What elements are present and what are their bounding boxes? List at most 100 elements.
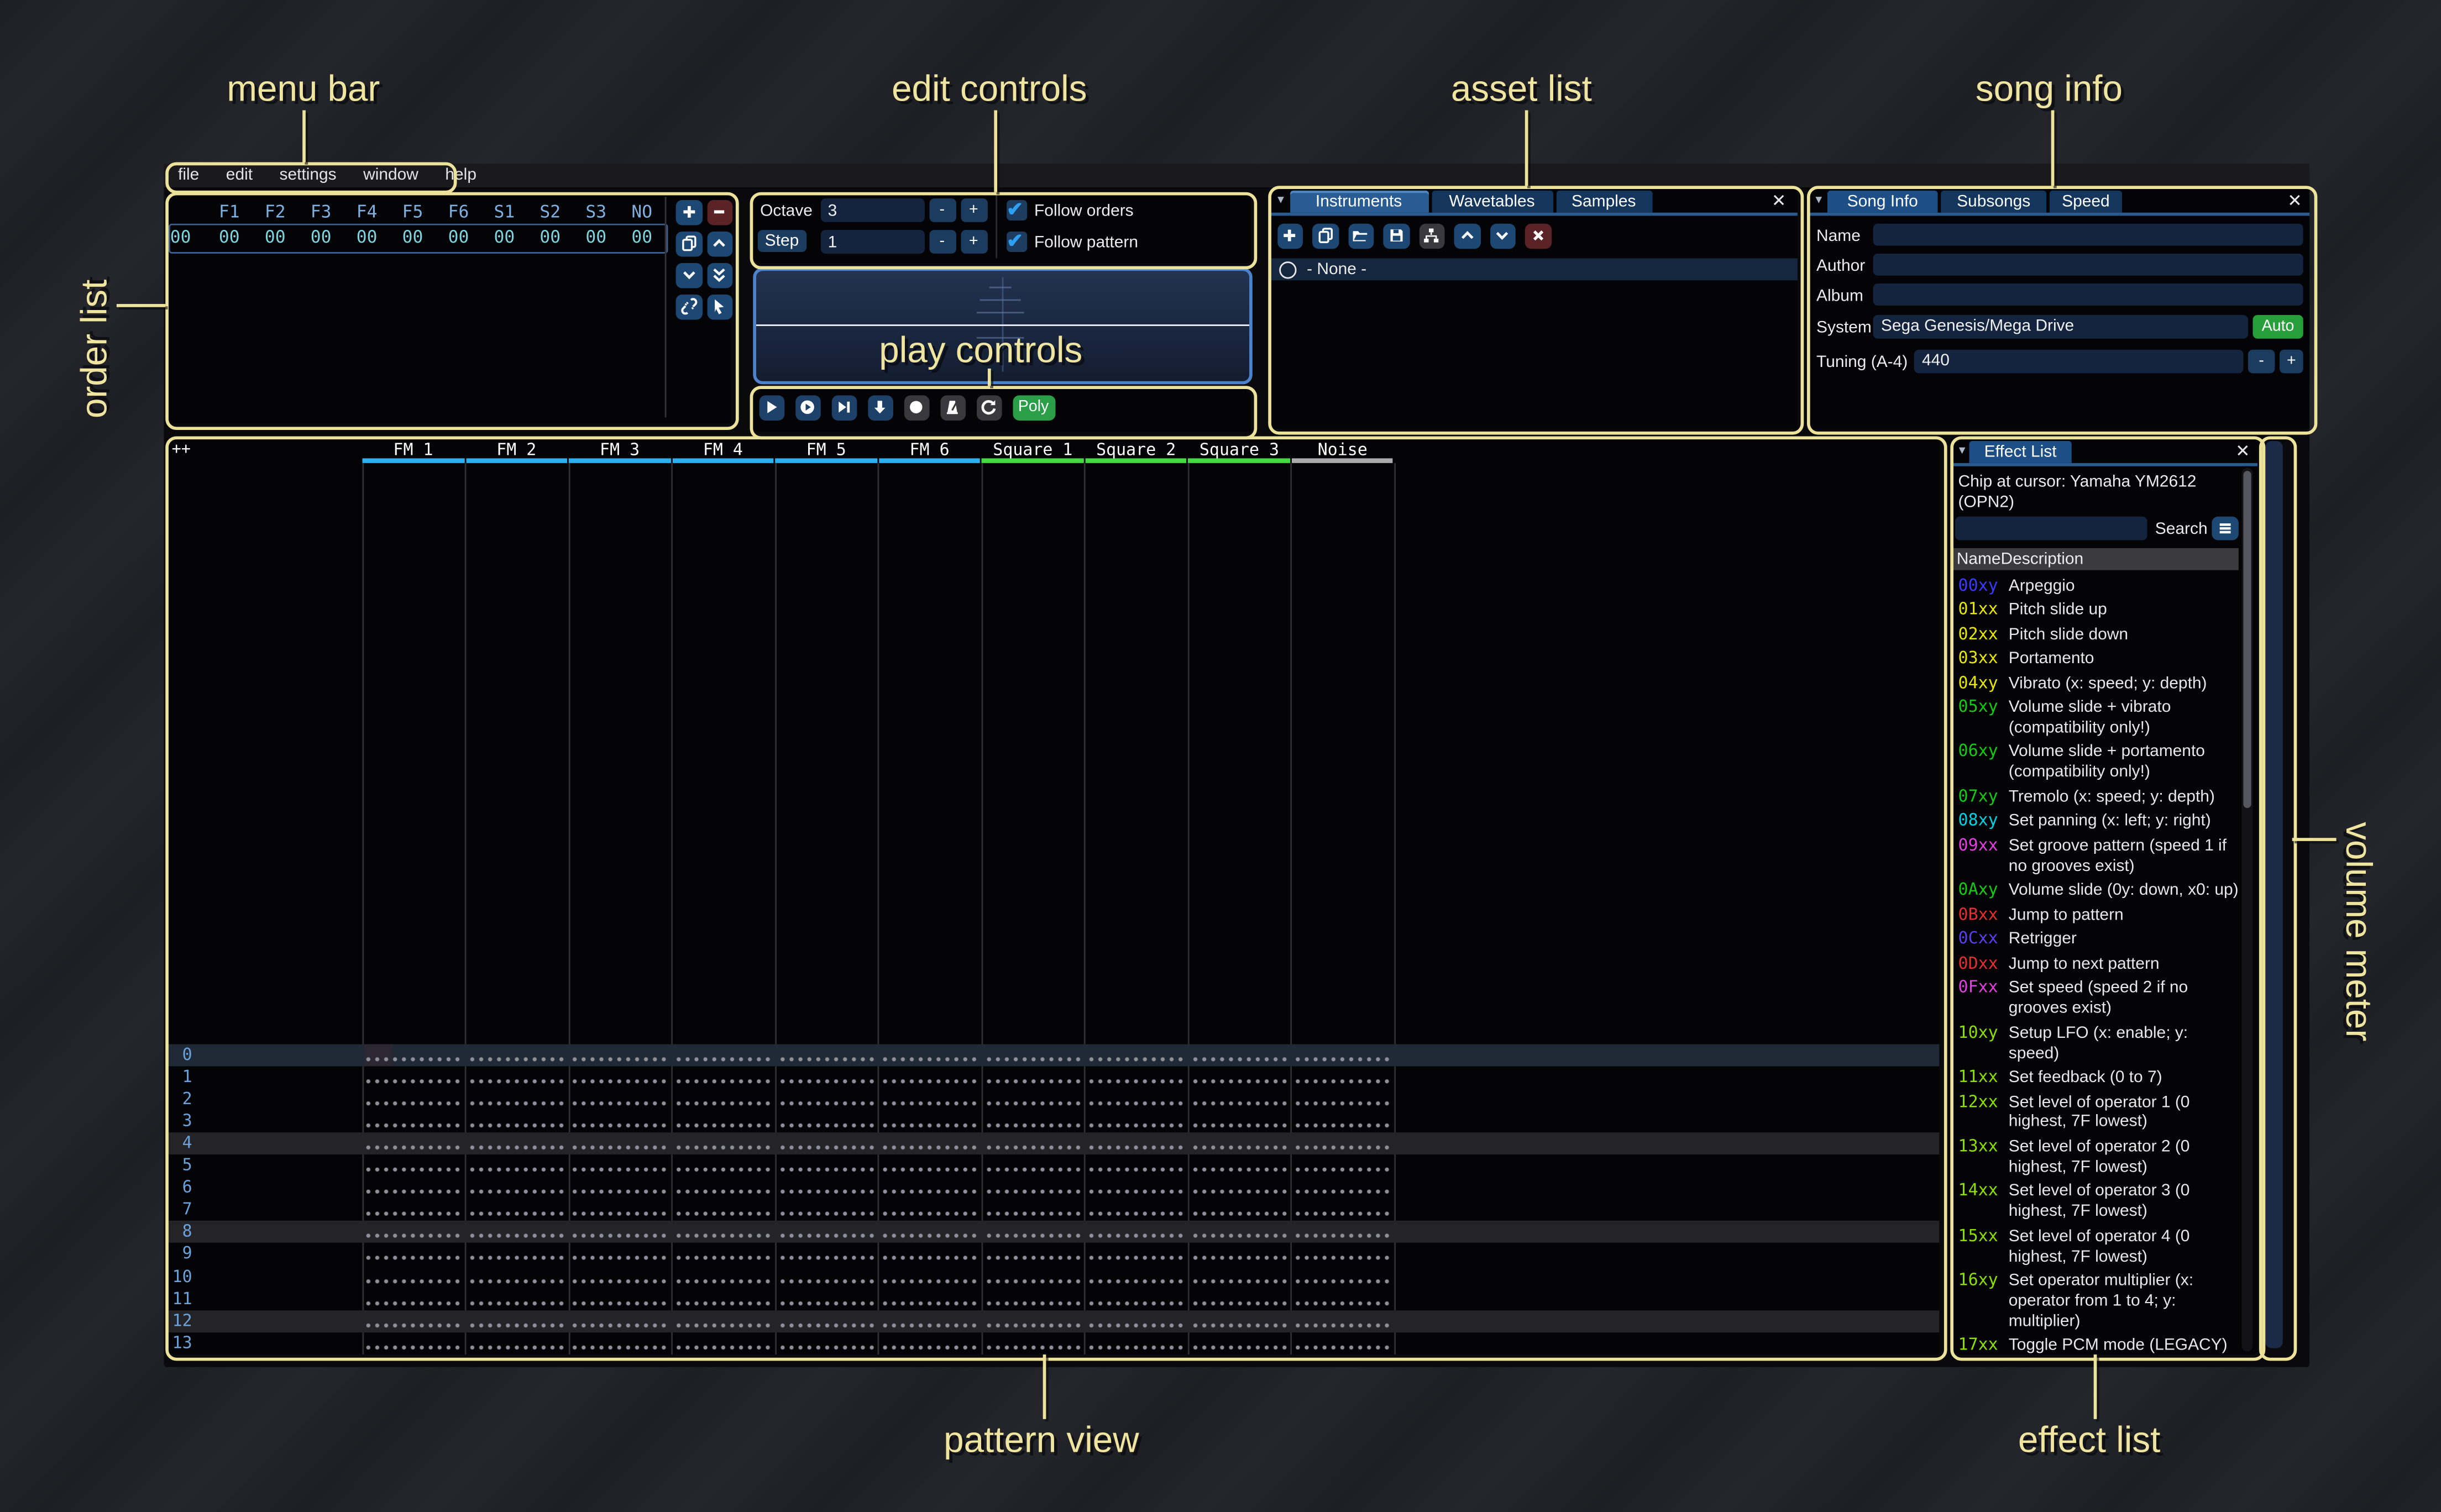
tab-speed[interactable]: Speed [2050,190,2122,212]
pattern-cell-empty[interactable] [881,1067,979,1089]
collapse-icon[interactable]: ▼ [1813,195,1824,206]
pattern-row[interactable]: 12 [165,1310,1939,1332]
system-input[interactable]: Sega Genesis/Mega Drive [1873,314,2248,339]
pattern-cell-empty[interactable] [1294,1133,1392,1155]
pattern-cell-empty[interactable] [364,1243,463,1266]
channel-header-fm-3[interactable]: FM 3 [568,440,672,459]
repeat-icon[interactable] [976,395,1002,421]
open-icon[interactable] [1348,223,1374,249]
duplicate-end-icon[interactable] [706,262,732,288]
tab-samples[interactable]: Samples [1555,190,1652,212]
step-button[interactable]: Step [757,230,806,252]
effect-row[interactable]: 0CxxRetrigger [1952,930,2241,950]
pattern-cell-empty[interactable] [777,1243,876,1266]
pattern-cell-empty[interactable] [984,1243,1082,1266]
effect-row[interactable]: 13xxSet level of operator 2 (0 highest, … [1952,1137,2241,1178]
instrument-none-row[interactable]: - None - [1269,258,1797,280]
follow-orders-checkbox[interactable] [1006,200,1026,221]
pattern-cell-empty[interactable] [1191,1266,1289,1288]
pattern-cell-empty[interactable] [674,1288,773,1310]
pattern-cell-empty[interactable] [364,1111,463,1133]
pattern-cell-empty[interactable] [674,1155,773,1177]
collapse-icon[interactable]: ▼ [1275,195,1286,206]
play-pattern-icon[interactable] [795,395,821,421]
follow-pattern-checkbox[interactable] [1006,232,1026,252]
pattern-cell-empty[interactable] [674,1133,773,1155]
pattern-cell-empty[interactable] [1087,1111,1186,1133]
pattern-cell-empty[interactable] [881,1044,979,1067]
save-icon[interactable] [1383,223,1409,249]
pattern-cell-empty[interactable] [984,1177,1082,1199]
effect-row[interactable]: 0AxyVolume slide (0y: down, x0: up) [1952,881,2241,901]
effect-row[interactable]: 12xxSet level of operator 1 (0 highest, … [1952,1093,2241,1133]
pattern-cell-empty[interactable] [364,1155,463,1177]
pattern-cell-empty[interactable] [1294,1266,1392,1288]
search-menu-icon[interactable] [2212,516,2238,540]
pattern-cell-empty[interactable] [674,1266,773,1288]
order-cell[interactable]: 00 [344,226,390,246]
duplicate-icon[interactable] [1312,223,1338,249]
move-down-icon[interactable] [676,262,702,288]
pattern-cell-empty[interactable] [364,1044,463,1067]
effect-row[interactable]: 14xxSet level of operator 3 (0 highest, … [1952,1182,2241,1222]
pattern-cell-empty[interactable] [1087,1177,1186,1199]
pattern-row[interactable]: 9 [165,1243,1939,1266]
order-cell[interactable]: 00 [390,226,436,246]
description-column-header[interactable]: Description [2001,549,2084,568]
effect-row[interactable]: 08xySet panning (x: left; y: right) [1952,812,2241,832]
menu-item-edit[interactable]: edit [226,166,253,185]
toggle-folders-icon[interactable] [1418,223,1444,249]
pattern-cell-empty[interactable] [571,1199,669,1221]
pattern-cell-empty[interactable] [468,1266,566,1288]
step-increase-button[interactable]: + [960,230,987,254]
order-cell[interactable]: 00 [527,226,573,246]
pattern-cell-empty[interactable] [1294,1044,1392,1067]
add-icon[interactable] [1277,223,1303,249]
name-input[interactable] [1873,223,2303,245]
duplicate-icon[interactable] [676,231,702,257]
pattern-cell-empty[interactable] [1191,1310,1289,1332]
pattern-cell-empty[interactable] [674,1089,773,1111]
pattern-cell-empty[interactable] [364,1310,463,1332]
pattern-cell-empty[interactable] [1087,1089,1186,1111]
pattern-row[interactable]: 0 [165,1044,1939,1067]
order-cell[interactable]: 00 [619,226,665,246]
step-input[interactable]: 1 [820,230,924,254]
pattern-cell-empty[interactable] [468,1288,566,1310]
pattern-cell-empty[interactable] [777,1221,876,1243]
channel-header-square-1[interactable]: Square 1 [981,440,1085,459]
effect-row[interactable]: 0FxxSet speed (speed 2 if no grooves exi… [1952,978,2241,1019]
effect-row[interactable]: 07xyTremolo (x: speed; y: depth) [1952,787,2241,807]
octave-decrease-button[interactable]: - [929,198,955,222]
pattern-cell-empty[interactable] [364,1199,463,1221]
pattern-cell-empty[interactable] [1191,1155,1289,1177]
pattern-cell-empty[interactable] [364,1221,463,1243]
pattern-cell-empty[interactable] [674,1332,773,1353]
remove-icon[interactable] [706,200,732,225]
pattern-cell-empty[interactable] [571,1155,669,1177]
pattern-cell-empty[interactable] [1191,1111,1289,1133]
pattern-cell-empty[interactable] [984,1067,1082,1089]
pattern-cell-empty[interactable] [881,1111,979,1133]
pattern-cell-empty[interactable] [468,1133,566,1155]
pattern-cell-empty[interactable] [777,1067,876,1089]
tuning-increase-button[interactable]: + [2280,349,2303,373]
effect-search-input[interactable] [1955,516,2147,540]
auto-system-button[interactable]: Auto [2253,314,2303,339]
pattern-cell-empty[interactable] [571,1044,669,1067]
tuning-decrease-button[interactable]: - [2248,349,2275,373]
pattern-cell-empty[interactable] [1087,1155,1186,1177]
pattern-cell-empty[interactable] [1191,1221,1289,1243]
pattern-cell-empty[interactable] [1087,1332,1186,1353]
effect-row[interactable]: 05xyVolume slide + vibrato (compatibilit… [1952,698,2241,739]
pattern-cell-empty[interactable] [674,1067,773,1089]
pattern-cell-empty[interactable] [1294,1288,1392,1310]
pattern-cell-empty[interactable] [881,1133,979,1155]
play-icon[interactable] [758,395,784,421]
pattern-cell-empty[interactable] [881,1155,979,1177]
effect-row[interactable]: 17xxToggle PCM mode (LEGACY) [1952,1336,2241,1353]
poly-button[interactable]: Poly [1012,395,1055,421]
name-column-header[interactable]: Name [1957,549,2001,568]
effect-row[interactable]: 0DxxJump to next pattern [1952,954,2241,974]
channel-header-fm-4[interactable]: FM 4 [672,440,775,459]
